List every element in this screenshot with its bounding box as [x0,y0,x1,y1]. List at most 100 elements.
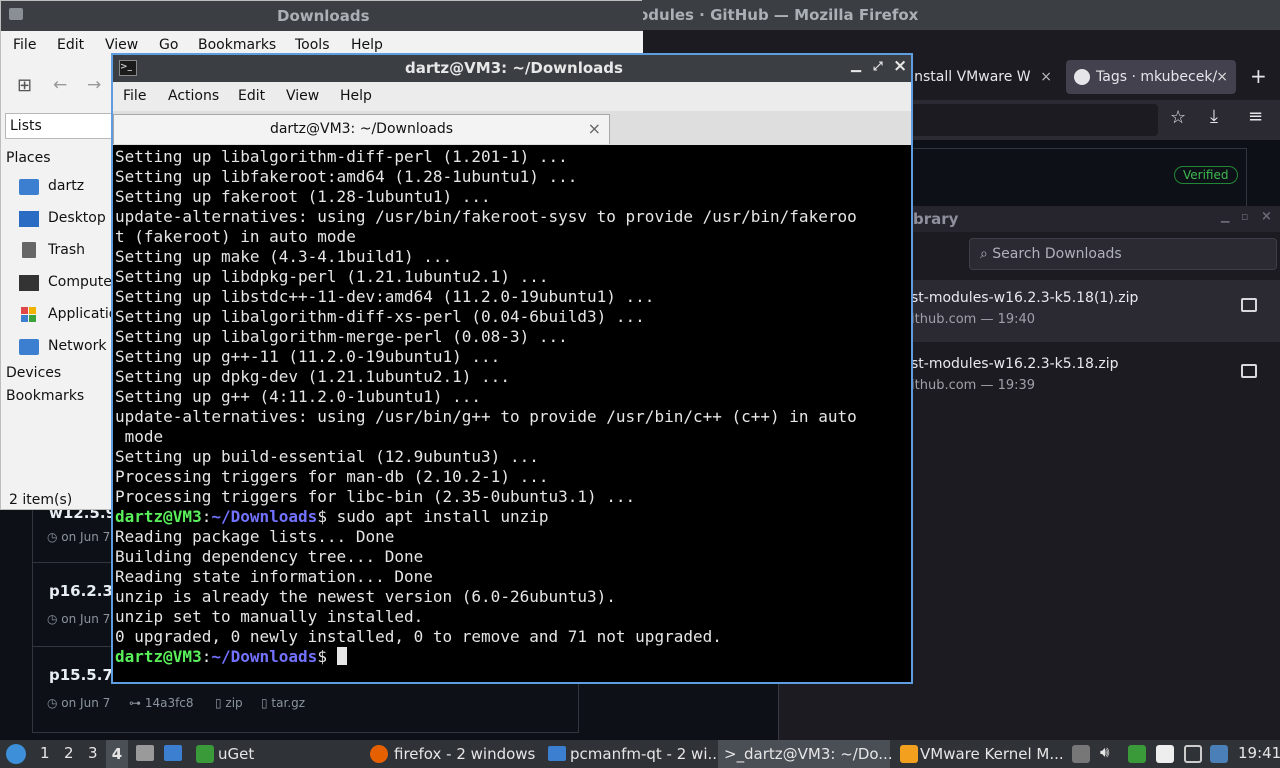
home-folder-icon [19,179,39,195]
workspace-2[interactable]: 2 [64,744,74,762]
file-manager-titlebar[interactable]: Downloads [1,1,643,31]
update-notifier-icon[interactable] [1210,745,1228,763]
tab-install-vmware[interactable]: Install VMware W × [910,60,1058,94]
search-downloads-input[interactable]: ⌕ Search Downloads [969,238,1277,270]
file-manager-launcher-icon[interactable] [164,745,182,761]
menu-bookmarks[interactable]: Bookmarks [198,37,276,53]
terminal-line: Setting up g++-11 (11.2.0-19ubuntu1) ... [115,347,501,366]
task-uget[interactable]: uGet [192,740,352,768]
close-icon[interactable]: × [1261,209,1272,224]
computer-icon [19,275,39,291]
place-item-applications[interactable]: Applicatio [1,303,117,327]
search-placeholder: Search Downloads [992,246,1122,262]
devices-header: Devices [6,365,62,381]
tag-version[interactable]: p16.2.3- [49,582,119,600]
clock[interactable]: 19:41 [1238,744,1280,762]
folder-icon[interactable] [1241,364,1257,378]
task-label: firefox - 2 windows [394,745,536,763]
folder-icon[interactable] [1241,298,1257,312]
maximize-icon[interactable]: ⤢ [873,59,883,74]
places-header: Places [6,150,51,166]
terminal-line: unzip set to manually installed. [115,607,424,626]
terminal-line: Reading package lists... Done [115,527,395,546]
tab-tags-mkubecek[interactable]: Tags · mkubecek/ × [1066,60,1236,94]
back-icon[interactable]: ← [53,75,67,95]
terminal-line: Setting up dpkg-dev (1.21.1ubuntu2.1) ..… [115,367,510,386]
terminal-window: >_ dartz@VM3: ~/Downloads ▁ ⤢ × File Act… [111,53,913,684]
start-menu-icon[interactable] [6,744,26,764]
folder-icon [548,746,566,761]
forward-icon[interactable]: → [87,75,101,95]
targz-link[interactable]: ▯ tar.gz [261,696,305,710]
firefox-icon [370,745,388,763]
menu-view[interactable]: View [105,37,138,53]
zip-link[interactable]: ▯ zip [215,696,243,710]
menu-actions[interactable]: Actions [168,88,219,104]
keyboard-icon[interactable] [1072,745,1090,763]
menu-bar: File Actions Edit View Help [113,82,911,111]
terminal-line: Setting up libdpkg-perl (1.21.1ubuntu2.1… [115,267,549,286]
workspace-1[interactable]: 1 [40,744,50,762]
commit-link[interactable]: ⊶ 14a3fc8 [129,696,194,710]
command-line: dartz@VM3:~/Downloads$ sudo apt install … [115,507,549,526]
menu-help[interactable]: Help [340,88,372,104]
firefox-titlebar[interactable]: odules · GitHub — Mozilla Firefox ▁ ▫ [578,0,1280,30]
show-desktop-icon[interactable] [136,745,154,761]
place-item-network[interactable]: Network [1,335,111,359]
workspace-4[interactable]: 4 [106,740,128,768]
terminal-tab[interactable]: dartz@VM3: ~/Downloads × [113,114,610,144]
uget-icon [196,745,214,763]
task-pcmanfm[interactable]: pcmanfm-qt - 2 wi... [544,740,722,768]
workspace-3[interactable]: 3 [88,744,98,762]
new-tab-button[interactable]: + [1250,64,1267,88]
terminal-tab-bar: dartz@VM3: ~/Downloads × [113,111,911,145]
terminal-output[interactable]: Setting up libalgorithm-diff-perl (1.201… [113,145,911,682]
search-icon: ⌕ [980,246,988,262]
menu-edit[interactable]: Edit [238,88,265,104]
terminal-line: Setting up g++ (4:11.2.0-1ubuntu1) ... [115,387,482,406]
place-item-home[interactable]: dartz [1,175,111,199]
download-filename: st-modules-w16.2.3-k5.18.zip [911,356,1119,372]
place-label: Trash [48,242,85,258]
bookmarks-header: Bookmarks [6,388,85,404]
place-item-desktop[interactable]: Desktop [1,207,111,231]
terminal-titlebar[interactable]: >_ dartz@VM3: ~/Downloads ▁ ⤢ × [113,55,911,82]
terminal-line: unzip is already the newest version (6.0… [115,587,616,606]
place-item-computer[interactable]: Compute [1,271,112,295]
terminal-line: update-alternatives: using /usr/bin/fake… [115,207,857,226]
place-item-trash[interactable]: Trash [1,239,111,263]
minimize-icon[interactable]: ▁ [1221,210,1229,223]
downloads-icon[interactable]: ⤓ [1210,106,1218,127]
menu-edit[interactable]: Edit [57,37,84,53]
prompt-line[interactable]: dartz@VM3:~/Downloads$ [115,647,347,667]
menu-view[interactable]: View [286,88,319,104]
maximize-icon[interactable]: ▫ [1241,210,1248,223]
verified-badge: Verified [1174,166,1238,184]
uget-tray-icon[interactable] [1128,745,1146,763]
tag-version[interactable]: p15.5.7- [49,666,119,684]
menu-help[interactable]: Help [351,37,383,53]
terminal-line: Setting up libstdc++-11-dev:amd64 (11.2.… [115,287,655,306]
side-pane-mode-select[interactable]: Lists [5,113,113,139]
menu-go[interactable]: Go [159,37,178,53]
menu-tools[interactable]: Tools [295,37,330,53]
menu-file[interactable]: File [123,88,146,104]
terminal-line: Setting up build-essential (12.9ubuntu3)… [115,447,539,466]
clipboard-icon[interactable] [1156,745,1174,763]
task-firefox[interactable]: firefox - 2 windows [366,740,536,768]
close-icon[interactable]: × [893,56,907,76]
tab-label: dartz@VM3: ~/Downloads [269,121,454,137]
close-tab-icon[interactable]: × [1040,60,1052,94]
close-tab-icon[interactable]: × [588,115,601,143]
network-tray-icon[interactable] [1184,745,1202,763]
volume-icon[interactable]: 🔊︎ [1100,743,1109,761]
menu-icon[interactable]: ≡ [1248,106,1263,127]
close-tab-icon[interactable]: × [1216,60,1228,94]
menu-file[interactable]: File [13,37,36,53]
task-terminal[interactable]: >_ dartz@VM3: ~/Do... [718,740,893,768]
new-tab-icon[interactable]: ⊞ [17,75,32,96]
network-icon [19,339,39,355]
bookmark-star-icon[interactable]: ☆ [1170,107,1186,128]
task-vmware[interactable]: VMware Kernel M... [896,740,1066,768]
minimize-icon[interactable]: ▁ [851,58,861,73]
